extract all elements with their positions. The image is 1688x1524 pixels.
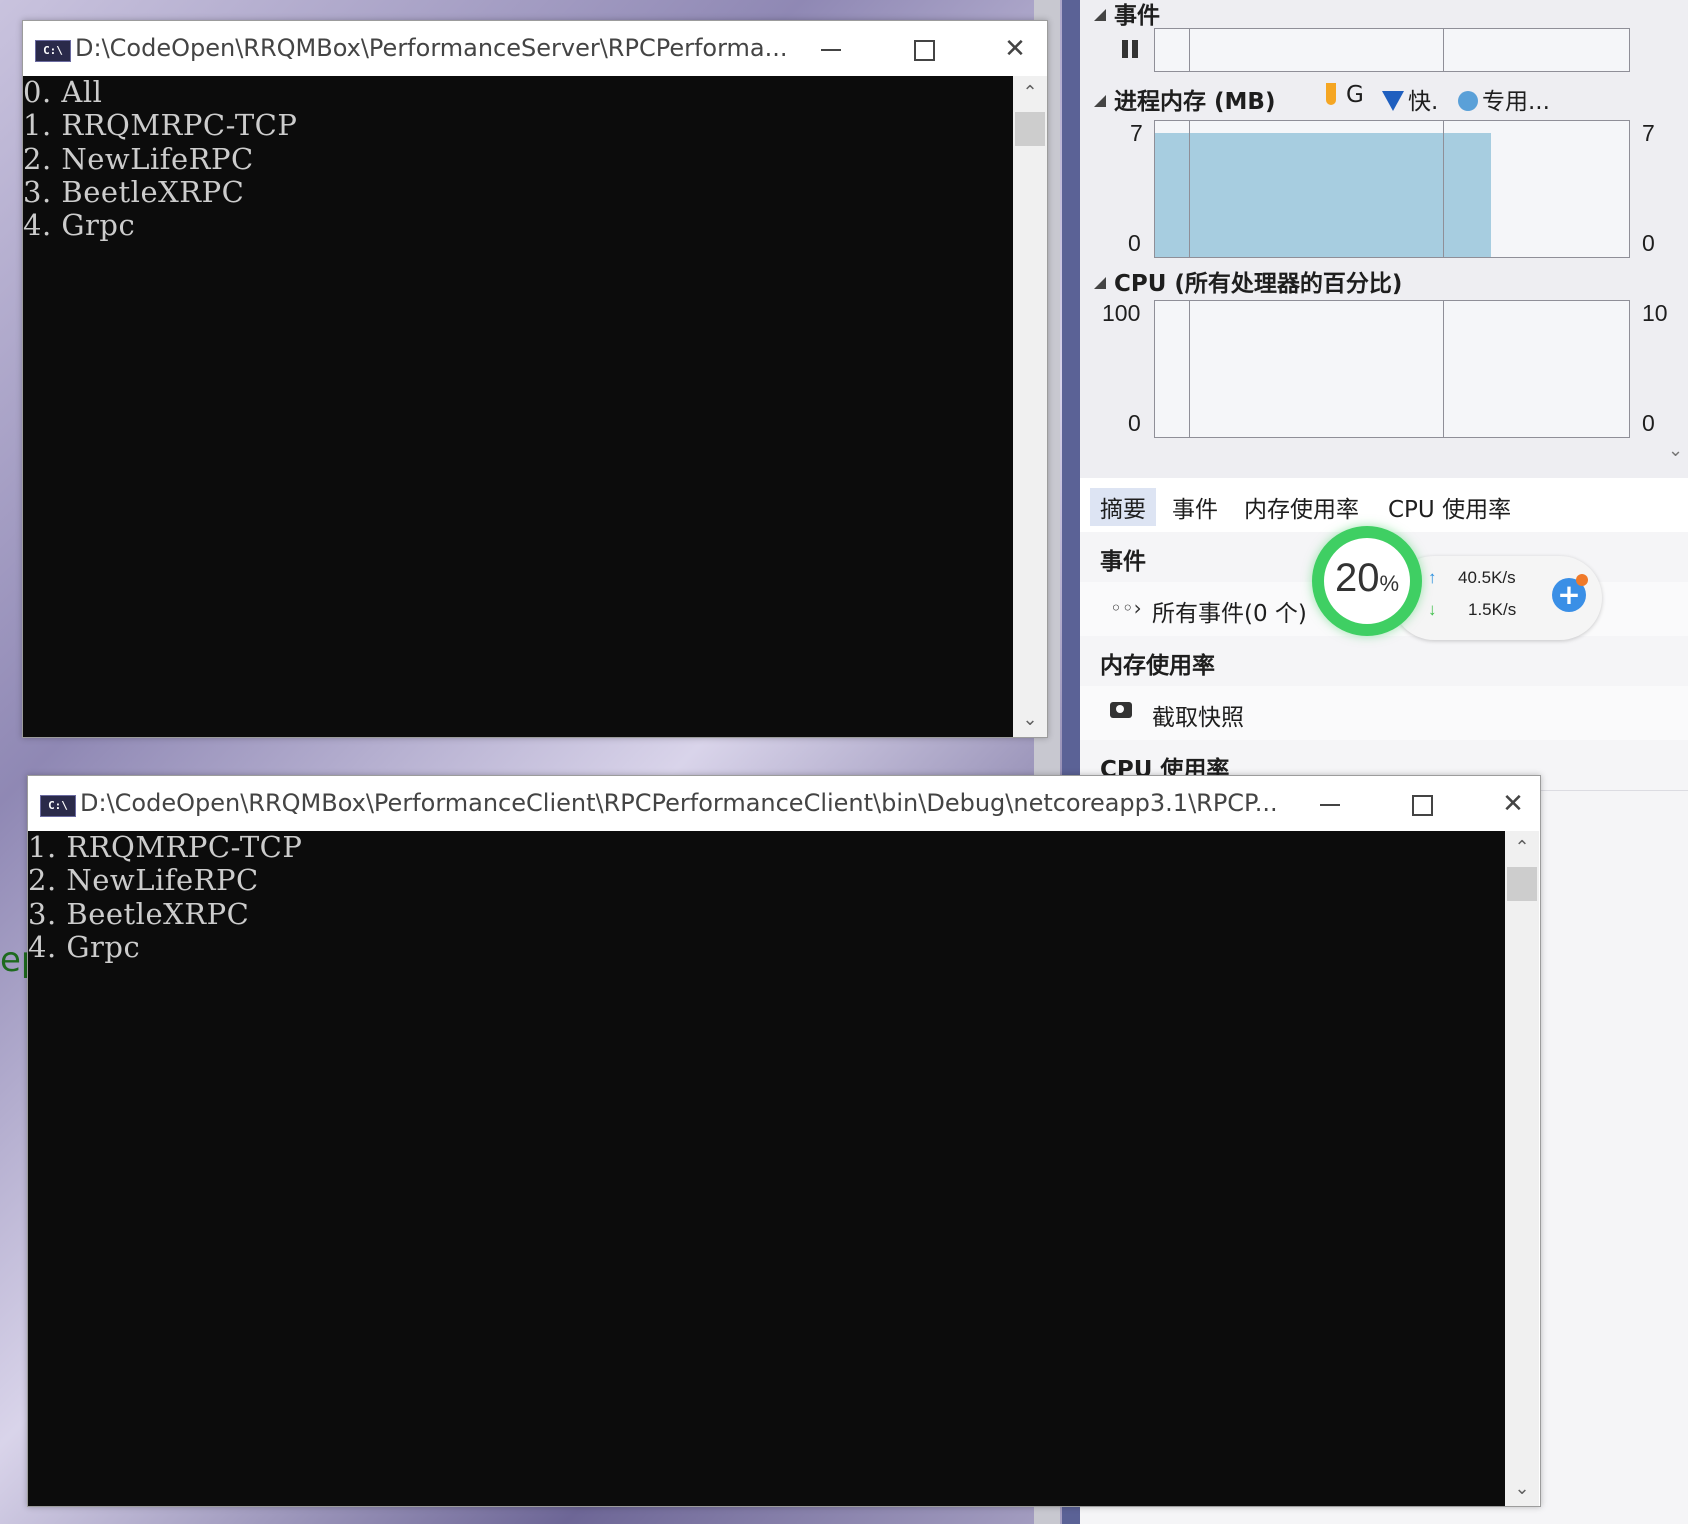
collapse-triangle-icon xyxy=(1094,9,1106,21)
scroll-down-icon[interactable]: ⌄ xyxy=(1505,1472,1539,1506)
diagnostics-tabs: 摘要 事件 内存使用率 CPU 使用率 xyxy=(1080,478,1688,533)
scroll-up-icon[interactable]: ⌃ xyxy=(1505,831,1539,865)
pause-icon[interactable] xyxy=(1120,38,1142,60)
summary-memory-header: 内存使用率 xyxy=(1080,636,1688,687)
console-line: 4. Grpc xyxy=(28,929,141,964)
gc-marker-icon xyxy=(1326,83,1336,105)
console-line: 0. All xyxy=(23,76,103,109)
cpu-axis-top-right: 10 xyxy=(1642,300,1668,326)
server-scrollbar[interactable]: ⌃ ⌄ xyxy=(1013,76,1047,737)
scroll-thumb[interactable] xyxy=(1507,867,1537,901)
cpu-axis-top-left: 100 xyxy=(1102,300,1141,326)
events-section-header[interactable]: 事件 xyxy=(1094,0,1160,30)
memory-axis-bottom-left: 0 xyxy=(1128,230,1141,256)
legend-private-bytes: 专用... xyxy=(1458,82,1550,116)
tab-summary[interactable]: 摘要 xyxy=(1090,488,1156,526)
minimize-button[interactable] xyxy=(1310,784,1350,824)
console-line: 2. NewLifeRPC xyxy=(23,141,254,176)
client-console-output[interactable]: 1. RRQMRPC-TCP 2. NewLifeRPC 3. BeetleXR… xyxy=(28,831,1505,1506)
snapshot-marker-icon xyxy=(1382,91,1404,111)
server-titlebar[interactable]: C:\ D:\CodeOpen\RRQMBox\PerformanceServe… xyxy=(23,21,1047,76)
scroll-down-icon[interactable]: ⌄ xyxy=(1013,703,1047,737)
take-snapshot-button[interactable]: 截取快照 xyxy=(1152,698,1244,732)
client-console-window[interactable]: C:\ D:\CodeOpen\RRQMBox\PerformanceClien… xyxy=(27,775,1541,1507)
console-line: 3. BeetleXRPC xyxy=(23,174,245,209)
console-app-icon: C:\ xyxy=(40,795,76,817)
memory-graph xyxy=(1154,120,1630,258)
collapse-triangle-icon xyxy=(1094,95,1106,107)
private-bytes-marker-icon xyxy=(1458,91,1478,111)
usage-percent: 20% xyxy=(1334,556,1400,600)
legend-snapshot: 快. xyxy=(1382,82,1438,116)
upload-arrow-icon: ↑ xyxy=(1428,568,1437,587)
download-arrow-icon: ↓ xyxy=(1428,600,1437,619)
upload-speed: 40.5K/s xyxy=(1458,568,1516,587)
tab-events[interactable]: 事件 xyxy=(1162,488,1228,526)
camera-icon xyxy=(1110,699,1132,723)
memory-axis-top-right: 7 xyxy=(1642,120,1655,146)
download-speed: 1.5K/s xyxy=(1468,600,1517,619)
close-button[interactable]: ✕ xyxy=(1493,784,1533,824)
console-line: 2. NewLifeRPC xyxy=(28,863,259,898)
all-events-link[interactable]: 所有事件(0 个) xyxy=(1152,594,1307,628)
server-console-window[interactable]: C:\ D:\CodeOpen\RRQMBox\PerformanceServe… xyxy=(22,20,1048,738)
panel-scroll-down-icon[interactable]: ⌄ xyxy=(1668,440,1683,461)
server-console-output[interactable]: 0. All 1. RRQMRPC-TCP 2. NewLifeRPC 3. B… xyxy=(23,76,1013,737)
tab-memory-usage[interactable]: 内存使用率 xyxy=(1234,488,1369,526)
console-line: 1. RRQMRPC-TCP xyxy=(23,108,298,143)
maximize-button[interactable] xyxy=(1401,784,1441,824)
diagnostics-graphs: 事件 进程内存 (MB) G 快. 专用... 7 0 7 0 CPU (所有处… xyxy=(1080,0,1688,478)
memory-axis-bottom-right: 0 xyxy=(1642,230,1655,256)
cpu-axis-bottom-right: 0 xyxy=(1642,410,1655,436)
console-line: 1. RRQMRPC-TCP xyxy=(28,831,303,864)
console-line: 4. Grpc xyxy=(23,208,136,243)
collapse-triangle-icon xyxy=(1094,277,1106,289)
client-titlebar[interactable]: C:\ D:\CodeOpen\RRQMBox\PerformanceClien… xyxy=(28,776,1540,831)
server-window-title: D:\CodeOpen\RRQMBox\PerformanceServer\RP… xyxy=(75,34,788,62)
console-line: 3. BeetleXRPC xyxy=(28,896,250,931)
events-timeline xyxy=(1154,28,1630,72)
tab-cpu-usage[interactable]: CPU 使用率 xyxy=(1378,488,1521,526)
notification-dot-icon xyxy=(1576,574,1588,586)
client-scrollbar[interactable]: ⌃ ⌄ xyxy=(1505,831,1539,1506)
cpu-section-header[interactable]: CPU (所有处理器的百分比) xyxy=(1094,264,1402,298)
cpu-graph xyxy=(1154,300,1630,438)
minimize-button[interactable] xyxy=(811,29,851,69)
memory-section-header[interactable]: 进程内存 (MB) xyxy=(1094,82,1275,116)
memory-axis-top-left: 7 xyxy=(1130,120,1143,146)
console-app-icon: C:\ xyxy=(35,40,71,62)
scroll-thumb[interactable] xyxy=(1015,112,1045,146)
legend-gc: G xyxy=(1326,82,1364,108)
network-speed-widget[interactable]: ↑ 40.5K/s ↓ 1.5K/s 20% + xyxy=(1312,526,1602,640)
scroll-up-icon[interactable]: ⌃ xyxy=(1013,76,1047,110)
cpu-axis-bottom-left: 0 xyxy=(1128,410,1141,436)
client-window-title: D:\CodeOpen\RRQMBox\PerformanceClient\RP… xyxy=(80,789,1278,817)
maximize-button[interactable] xyxy=(903,29,943,69)
take-snapshot-row[interactable]: 截取快照 xyxy=(1080,686,1688,741)
events-list-icon: ◦◦› xyxy=(1110,596,1142,620)
memory-usage-area xyxy=(1155,133,1491,257)
close-button[interactable]: ✕ xyxy=(995,29,1035,69)
